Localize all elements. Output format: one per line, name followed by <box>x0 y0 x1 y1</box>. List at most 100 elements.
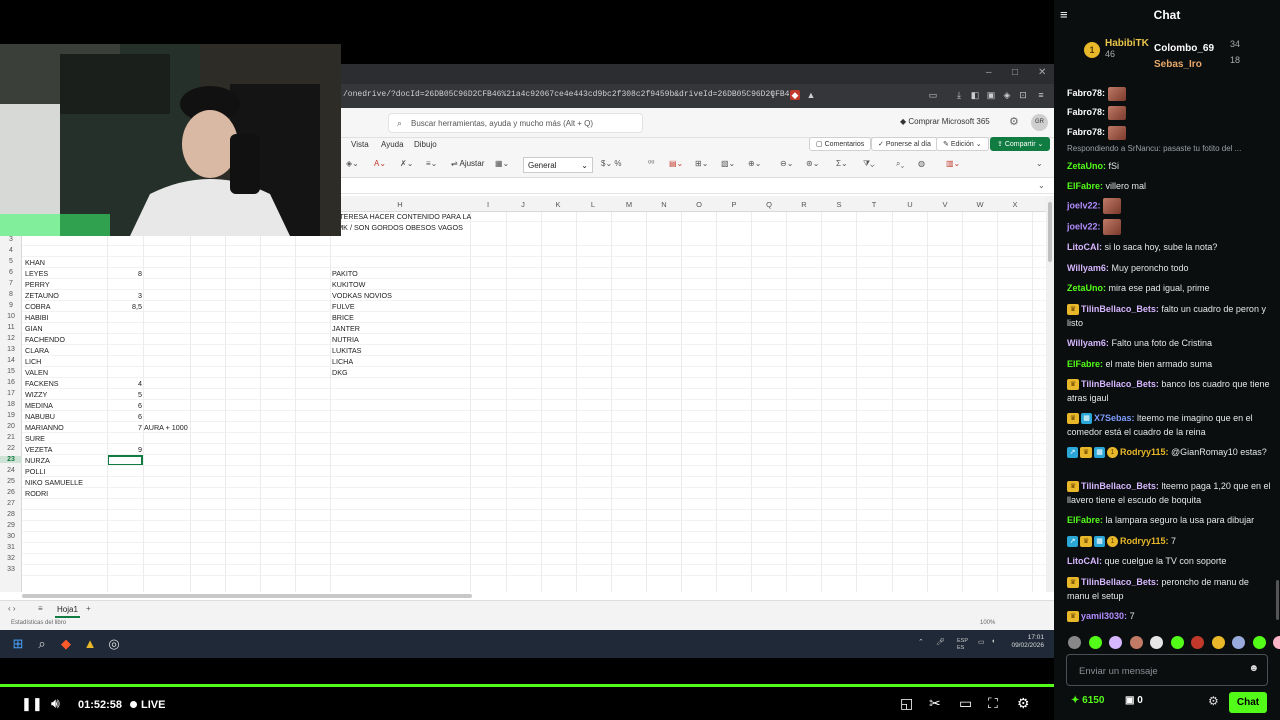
all-sheets-icon[interactable]: ≡ <box>38 604 43 613</box>
row-header[interactable]: 11 <box>0 324 22 331</box>
tab-dibujo[interactable]: Dibujo <box>414 140 437 149</box>
row-header[interactable]: 7 <box>0 280 22 287</box>
column-header[interactable]: P <box>724 200 744 209</box>
obs-icon[interactable]: ◎ <box>106 636 122 652</box>
chat-username[interactable]: ZetaUno: <box>1067 161 1106 171</box>
sheet-cell[interactable]: 8 <box>107 269 142 278</box>
chat-username[interactable]: Fabro78: <box>1067 88 1105 98</box>
network-icon[interactable]: ▭ <box>978 638 985 646</box>
chat-scrollbar[interactable] <box>1276 580 1279 620</box>
row-header[interactable]: 22 <box>0 445 22 452</box>
row-header[interactable]: 21 <box>0 434 22 441</box>
decimal-icon[interactable]: ⁰⁰ <box>648 159 654 168</box>
comments-button[interactable]: ▢ Comentarios <box>809 137 872 151</box>
scroll-thumb[interactable] <box>1048 202 1052 262</box>
chat-username[interactable]: ElFabre: <box>1067 359 1103 369</box>
ribbon-expand-icon[interactable]: ⌄ <box>1036 159 1043 168</box>
share-button[interactable]: ⇪ Compartir ⌄ <box>990 137 1051 151</box>
sheet-cell[interactable]: VODKAS NOVIOS <box>332 291 392 300</box>
download-icon[interactable]: ⤓ <box>954 90 964 100</box>
quick-emote-icon[interactable] <box>1088 636 1102 649</box>
column-header[interactable]: M <box>619 200 639 209</box>
sheet-cell[interactable]: 5 <box>107 390 142 399</box>
row-header[interactable]: 23 <box>0 456 22 463</box>
row-header[interactable]: 10 <box>0 313 22 320</box>
tray-chevron-icon[interactable]: ⌃ <box>918 638 924 646</box>
sheet-cell[interactable]: 8,5 <box>107 302 142 311</box>
sheet-tab[interactable]: Hoja1 <box>55 603 80 618</box>
row-header[interactable]: 26 <box>0 489 22 496</box>
column-header[interactable]: O <box>689 200 709 209</box>
row-header[interactable]: 14 <box>0 357 22 364</box>
sheet-cell[interactable]: AURA + 1000 <box>144 423 188 432</box>
sheet-cell[interactable]: VEZETA <box>25 445 52 454</box>
row-header[interactable]: 19 <box>0 412 22 419</box>
sheet-cell[interactable]: WIZZY <box>25 390 47 399</box>
row-header[interactable]: 28 <box>0 511 22 518</box>
cell-styles-icon[interactable]: ▧⌄ <box>721 159 735 168</box>
sheet-cell[interactable]: SURE <box>25 434 45 443</box>
chat-messages[interactable]: Respondiendo a SrNancu: pasaste tu fotit… <box>1054 78 1280 626</box>
row-header[interactable]: 32 <box>0 555 22 562</box>
chat-username[interactable]: TilinBellaco_Bets: <box>1081 304 1159 314</box>
spreadsheet-grid[interactable]: 2345678910111213141516171819202122232425… <box>0 212 1046 592</box>
taskbar-search-icon[interactable]: ⌕ <box>34 636 50 652</box>
currency-icon[interactable]: $⌄ % <box>601 159 622 168</box>
sheet-cell[interactable]: MARIANNO <box>25 423 64 432</box>
quick-emote-icon[interactable] <box>1211 636 1225 649</box>
column-header[interactable]: S <box>829 200 849 209</box>
account-avatar[interactable]: GR <box>1031 114 1048 131</box>
excel-search[interactable]: ⌕ Buscar herramientas, ayuda y mucho más… <box>388 113 643 133</box>
tab-vista[interactable]: Vista <box>351 140 369 149</box>
quick-emote-icon[interactable] <box>1068 636 1081 649</box>
wrap-text-button[interactable]: ⇌ Ajustar <box>451 159 484 168</box>
sheet-cell[interactable]: CLARA <box>25 346 49 355</box>
analyze-icon[interactable]: ◍ <box>918 159 925 168</box>
number-format-select[interactable]: General ⌄ <box>523 157 593 173</box>
row-header[interactable]: 29 <box>0 522 22 529</box>
live-indicator[interactable]: LIVE <box>130 699 165 711</box>
sheet-cell[interactable]: LICH <box>25 357 41 366</box>
add-sheet-icon[interactable]: + <box>86 604 91 613</box>
brave-shield-icon[interactable]: ◆ <box>790 90 800 100</box>
rewards-icon[interactable]: ▲ <box>806 90 816 100</box>
chat-username[interactable]: X7Sebas: <box>1094 413 1135 423</box>
editing-mode-button[interactable]: ✎ Edición ⌄ <box>936 137 989 151</box>
sheet-cell[interactable]: LUKITAS <box>332 346 361 355</box>
windows-start-icon[interactable]: ⊞ <box>10 636 26 652</box>
sheet-cell[interactable]: POLLI <box>25 467 45 476</box>
sheet-cell[interactable]: HABIBI <box>25 313 49 322</box>
delete-icon[interactable]: ⊖⌄ <box>780 159 793 168</box>
brave-browser-icon[interactable]: ◆ <box>58 636 74 652</box>
chat-username[interactable]: TilinBellaco_Bets: <box>1081 577 1159 587</box>
miniplayer-icon[interactable]: ◱ <box>900 695 913 711</box>
row-header[interactable]: 25 <box>0 478 22 485</box>
quick-emote-icon[interactable] <box>1232 636 1245 649</box>
row-header[interactable]: 27 <box>0 500 22 507</box>
volume-icon[interactable]: ◖ <box>991 638 995 645</box>
row-header[interactable]: 4 <box>0 247 22 254</box>
column-header[interactable]: K <box>548 200 568 209</box>
column-header[interactable]: V <box>935 200 955 209</box>
chat-message-input[interactable] <box>1079 663 1239 679</box>
share-icon[interactable]: ⇪ <box>768 90 778 100</box>
url-text[interactable]: /onedrive/?docId=26DB05C96D2CFB46%21a4c9… <box>343 90 794 99</box>
chat-input-box[interactable]: ☻ <box>1066 654 1268 686</box>
row-header[interactable]: 24 <box>0 467 22 474</box>
chat-username[interactable]: yamil3030: <box>1081 611 1127 621</box>
sheet-cell[interactable]: RODRI <box>25 489 48 498</box>
language-indicator[interactable]: ESP ES <box>957 638 968 652</box>
chat-username[interactable]: Willyam6: <box>1067 338 1109 348</box>
quick-emote-icon[interactable] <box>1150 636 1163 649</box>
sheet-cell[interactable]: NURZA <box>25 456 50 465</box>
sheet-cell[interactable]: 9 <box>107 445 142 454</box>
sheet-cell[interactable]: 3 <box>107 291 142 300</box>
sheet-cell[interactable]: PAKITO <box>332 269 358 278</box>
align-icon[interactable]: ≡⌄ <box>426 159 437 168</box>
taskbar-clock[interactable]: 17:01 09/02/2026 <box>1004 634 1044 650</box>
fill-color-icon[interactable]: ◈⌄ <box>346 159 359 168</box>
sheet-cell[interactable]: JANTER <box>332 324 360 333</box>
insert-icon[interactable]: ⊕⌄ <box>748 159 761 168</box>
chat-username[interactable]: LitoCAI: <box>1067 242 1102 252</box>
chat-username[interactable]: ElFabre: <box>1067 181 1103 191</box>
